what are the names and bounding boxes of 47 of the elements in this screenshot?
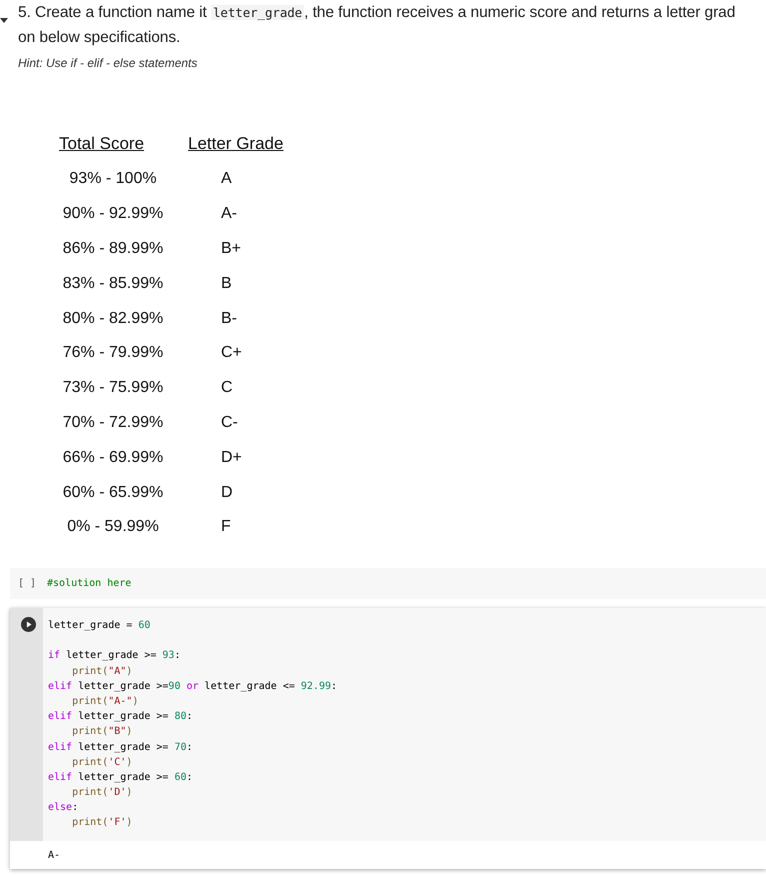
question-text: 5. Create a function name it letter_grade, the function receives a numeric score and returns a letter grad [18,3,736,23]
code-line: print('D') [71,786,134,800]
column-header: Total Score [58,134,146,154]
grade-cell-text: D [220,484,234,502]
code-line: if letter_grade >= 93: [48,649,182,664]
grade-cell-text: B- [220,310,238,328]
code-line: print("B") [71,725,134,740]
grade-cell-text: B [220,274,233,293]
code-line: elif letter_grade >=90 or letter_grade <= 92.99: [48,680,338,694]
column-header: Letter Grade [187,134,284,154]
grade-cell-text: C+ [220,344,243,362]
cell-output: A- [48,850,60,861]
grade-cell-text: A- [220,205,238,224]
code-cell[interactable] [10,608,766,869]
run-button-icon[interactable] [21,617,36,632]
collapse-caret-icon[interactable] [0,18,8,23]
grade-cell-text: C [220,379,234,398]
grade-cell-text: F [220,518,232,536]
code-line: print('F') [71,816,134,830]
code-line: print("A") [71,664,134,679]
score-range-cell-text: 0% - 59.99% [66,518,160,536]
code-line: elif letter_grade >= 60: [48,770,194,785]
score-range-cell-text: 70% - 72.99% [62,414,164,432]
code-line: #solution here [47,576,132,591]
code-line: print("A-") [71,694,140,709]
score-range-cell-text: 76% - 79.99% [62,344,164,362]
score-range-cell-text: 93% - 100% [68,170,158,188]
grade-cell-text: C- [220,414,239,432]
code-line: print('C') [71,756,134,770]
score-range-cell-text: 90% - 92.99% [62,205,164,224]
hint-text: Hint: Use if - elif - else statements [18,56,198,70]
score-range-cell-text: 80% - 82.99% [62,310,164,328]
score-range-cell-text: 86% - 89.99% [62,240,164,258]
code-cell[interactable]: [ ] #solution here [10,568,766,599]
score-range-cell-text: 66% - 69.99% [62,448,164,467]
question-text: on below specifications. [18,28,182,48]
code-line: else: [48,801,80,816]
grade-cell-text: B+ [220,240,242,258]
cell-prompt: [ ] [17,578,38,589]
grade-cell-text: A [220,170,233,188]
score-range-cell-text: 83% - 85.99% [62,274,164,293]
score-range-cell-text: 60% - 65.99% [62,484,164,502]
score-range-cell-text: 73% - 75.99% [62,379,164,398]
code-line: elif letter_grade >= 80: [48,710,194,724]
code-line: elif letter_grade >= 70: [48,740,194,754]
code-line: letter_grade = 60 [48,619,152,633]
grade-cell-text: D+ [220,448,243,467]
